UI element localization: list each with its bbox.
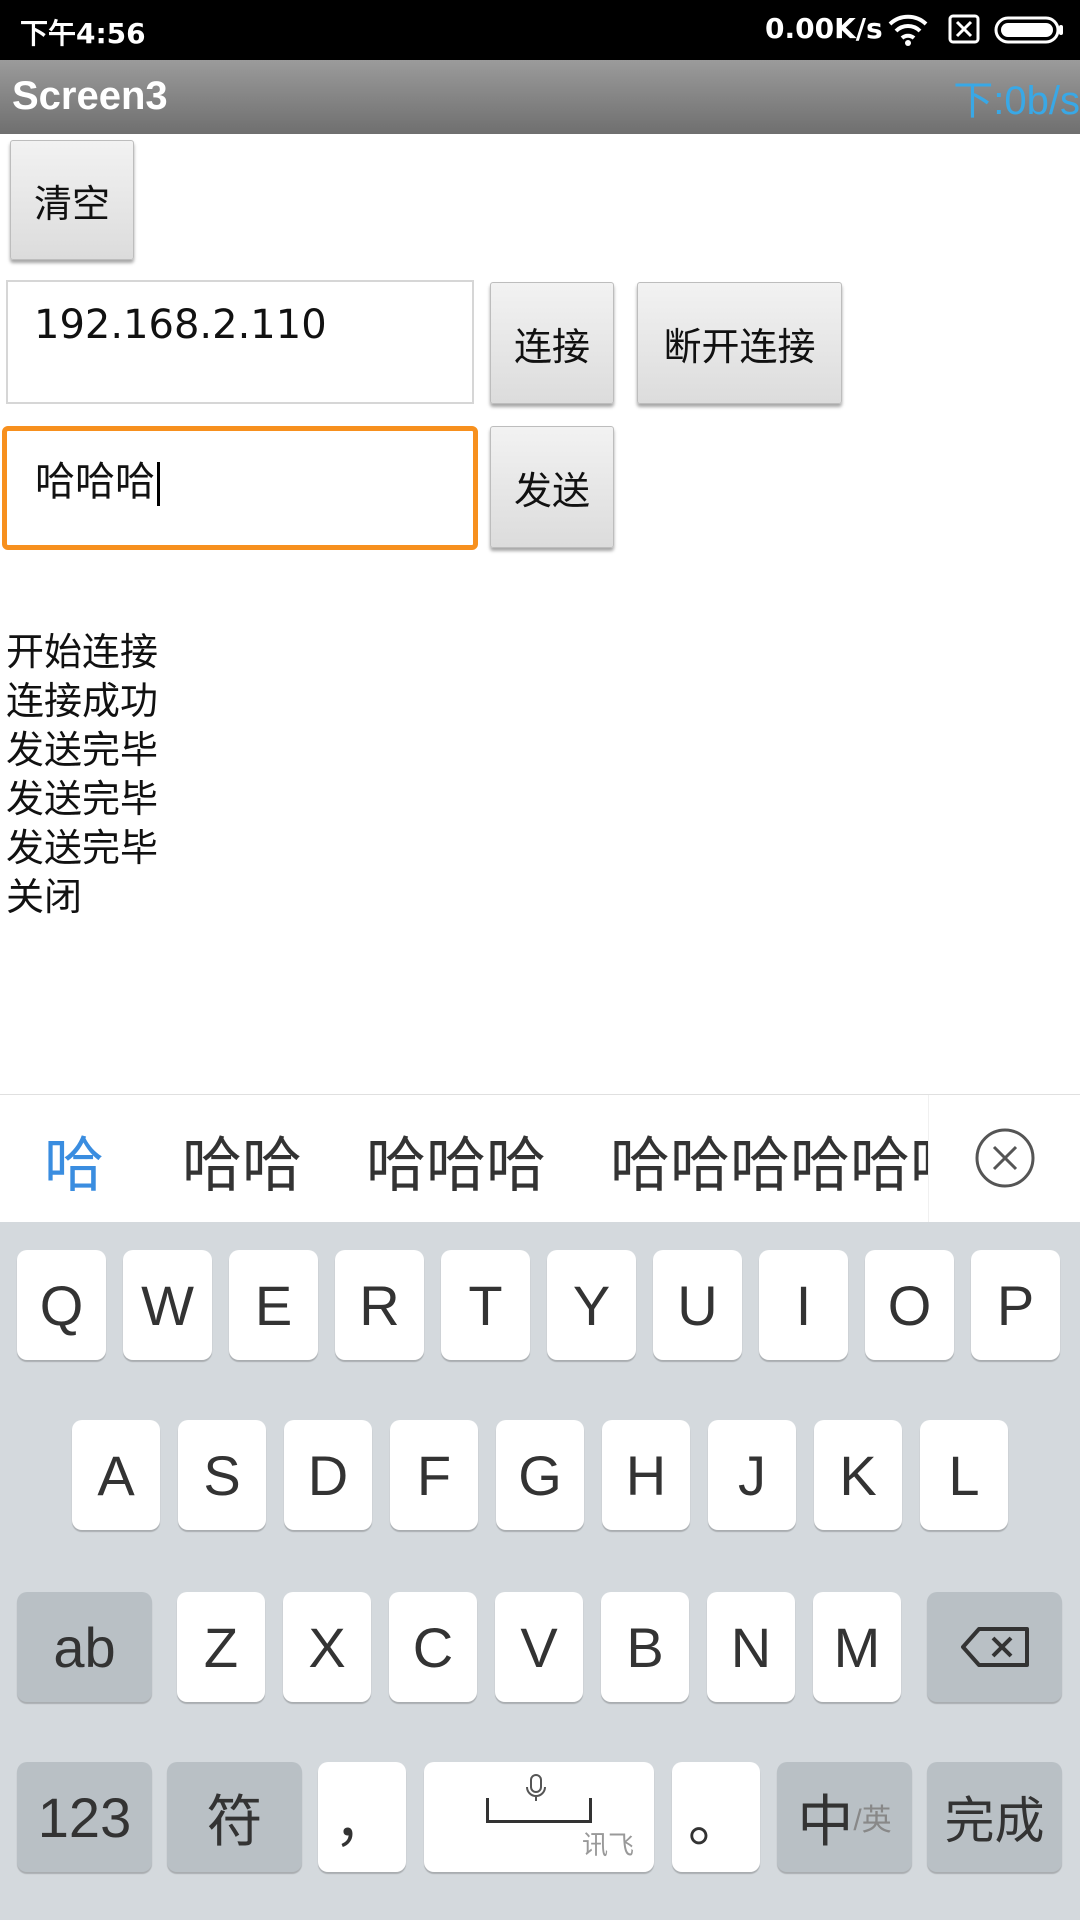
key-e[interactable]: E	[229, 1250, 318, 1360]
key-g[interactable]: G	[496, 1420, 584, 1530]
language-sub-label: /英	[853, 1804, 892, 1837]
send-button[interactable]: 发送	[490, 426, 614, 548]
message-input[interactable]: 哈哈哈	[2, 426, 478, 550]
key-t[interactable]: T	[441, 1250, 530, 1360]
key-d[interactable]: D	[284, 1420, 372, 1530]
message-value: 哈哈哈	[35, 459, 155, 505]
key-a[interactable]: A	[72, 1420, 160, 1530]
key-comma[interactable]: ，	[318, 1762, 406, 1872]
key-p[interactable]: P	[971, 1250, 1060, 1360]
language-main-label: 中	[797, 1789, 854, 1853]
screen-title: Screen3	[12, 74, 168, 118]
backspace-icon	[960, 1627, 1029, 1667]
close-candidates-icon[interactable]	[974, 1127, 1036, 1189]
space-key[interactable]: 讯飞	[424, 1762, 654, 1872]
candidate-item[interactable]: 哈哈哈	[366, 1117, 546, 1204]
ime-brand-label: 讯飞	[581, 1830, 634, 1860]
wifi-icon	[888, 14, 928, 46]
ime-candidate-bar: 哈 哈哈 哈哈哈 哈哈哈哈哈哈	[0, 1094, 1080, 1223]
soft-keyboard: Q W E R T Y U I O P A S D F G H J K L ab…	[0, 1222, 1080, 1920]
key-u[interactable]: U	[653, 1250, 742, 1360]
key-s[interactable]: S	[178, 1420, 266, 1530]
text-cursor	[157, 462, 160, 506]
key-l[interactable]: L	[920, 1420, 1008, 1530]
key-h[interactable]: H	[602, 1420, 690, 1530]
log-line: 关闭	[6, 875, 83, 919]
candidate-item[interactable]: 哈	[44, 1117, 104, 1204]
log-line: 连接成功	[6, 679, 159, 723]
connect-button[interactable]: 连接	[490, 282, 614, 404]
log-line: 发送完毕	[6, 728, 159, 772]
log-output: 开始连接 连接成功 发送完毕 发送完毕 发送完毕 关闭	[6, 628, 158, 922]
key-j[interactable]: J	[708, 1420, 796, 1530]
status-time: 下午4:56	[20, 17, 146, 50]
candidate-item[interactable]: 哈哈哈哈哈哈	[610, 1117, 928, 1204]
key-ab[interactable]: ab	[17, 1592, 152, 1702]
candidate-divider	[928, 1095, 929, 1223]
key-symbols[interactable]: 符	[167, 1762, 302, 1872]
ip-address-value: 192.168.2.110	[34, 302, 327, 348]
key-o[interactable]: O	[865, 1250, 954, 1360]
key-k[interactable]: K	[814, 1420, 902, 1530]
clear-button[interactable]: 清空	[10, 140, 134, 260]
candidate-item[interactable]: 哈哈	[182, 1117, 302, 1204]
key-m[interactable]: M	[813, 1592, 901, 1702]
log-line: 开始连接	[6, 630, 159, 674]
key-n[interactable]: N	[707, 1592, 795, 1702]
status-network-speed: 0.00K/s	[765, 12, 883, 45]
key-b[interactable]: B	[601, 1592, 689, 1702]
backspace-key[interactable]	[927, 1592, 1062, 1702]
disconnect-button[interactable]: 断开连接	[637, 282, 842, 404]
done-key[interactable]: 完成	[927, 1762, 1062, 1872]
net-speed-overlay: 下:0b/s	[953, 79, 1080, 123]
title-bar: Screen3 下:0b/s	[0, 60, 1080, 134]
ip-address-input[interactable]: 192.168.2.110	[6, 280, 474, 404]
key-numbers[interactable]: 123	[17, 1762, 152, 1872]
language-switch-key[interactable]: 中/英	[777, 1762, 912, 1872]
no-sim-icon	[948, 14, 980, 44]
key-y[interactable]: Y	[547, 1250, 636, 1360]
key-r[interactable]: R	[335, 1250, 424, 1360]
key-f[interactable]: F	[390, 1420, 478, 1530]
key-v[interactable]: V	[495, 1592, 583, 1702]
space-bar-icon	[486, 1798, 592, 1823]
key-q[interactable]: Q	[17, 1250, 106, 1360]
key-x[interactable]: X	[283, 1592, 371, 1702]
status-bar: 下午4:56 0.00K/s	[0, 0, 1080, 60]
battery-icon	[994, 16, 1063, 44]
key-z[interactable]: Z	[177, 1592, 265, 1702]
log-line: 发送完毕	[6, 777, 159, 821]
log-line: 发送完毕	[6, 826, 159, 870]
candidate-list: 哈 哈哈 哈哈哈 哈哈哈哈哈哈	[0, 1095, 928, 1223]
key-period[interactable]: 。	[672, 1762, 760, 1872]
key-c[interactable]: C	[389, 1592, 477, 1702]
key-w[interactable]: W	[123, 1250, 212, 1360]
key-i[interactable]: I	[759, 1250, 848, 1360]
